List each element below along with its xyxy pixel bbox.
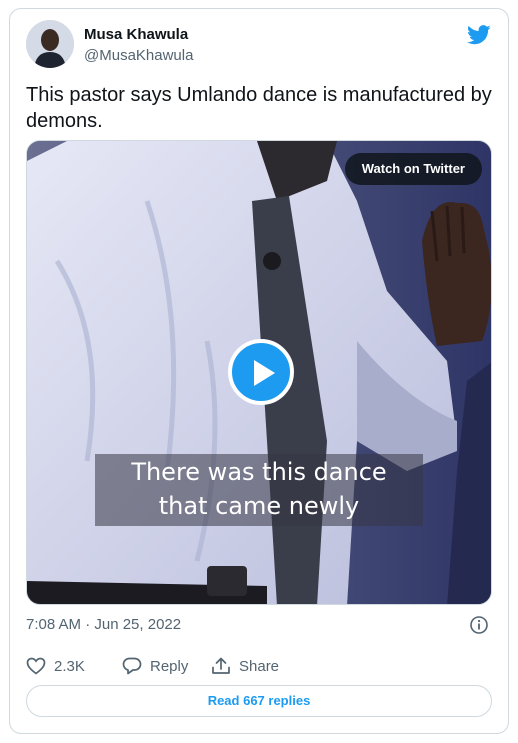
like-button[interactable]: 2.3K (26, 654, 85, 678)
tweet-card: Musa Khawula @MusaKhawula This pastor sa… (9, 8, 509, 734)
display-name[interactable]: Musa Khawula (84, 26, 188, 43)
tweet-timestamp[interactable]: 7:08 AM · Jun 25, 2022 (26, 616, 181, 633)
caption-line-2: that came newly (158, 492, 360, 520)
video-caption: There was this dance that came newly (95, 454, 423, 526)
watch-on-twitter-button[interactable]: Watch on Twitter (344, 153, 482, 185)
info-icon[interactable] (470, 616, 488, 634)
user-handle[interactable]: @MusaKhawula (84, 47, 193, 64)
play-button[interactable] (228, 339, 294, 405)
twitter-bird-icon[interactable] (467, 25, 491, 45)
share-upload-icon (212, 657, 230, 674)
caption-line-1: There was this dance (131, 458, 387, 486)
share-button[interactable]: Share (211, 654, 279, 678)
avatar[interactable] (26, 20, 74, 68)
play-icon (254, 360, 275, 386)
reply-button[interactable]: Reply (122, 654, 188, 678)
reply-bubble-icon (122, 657, 142, 675)
reply-label: Reply (150, 657, 189, 675)
like-count: 2.3K (54, 657, 85, 675)
tweet-text: This pastor says Umlando dance is manufa… (26, 84, 492, 132)
share-label: Share (239, 657, 280, 675)
video-player[interactable]: Watch on Twitter There was this dance th… (26, 140, 492, 605)
heart-icon (26, 657, 46, 675)
read-replies-button[interactable]: Read 667 replies (26, 685, 492, 717)
